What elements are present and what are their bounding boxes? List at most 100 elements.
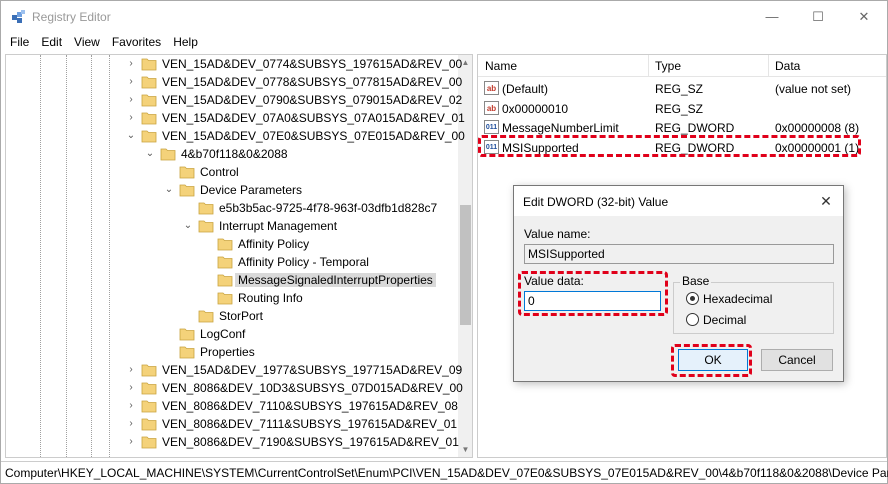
tree-node[interactable]: Routing Info [6, 289, 458, 307]
column-type[interactable]: Type [655, 59, 681, 73]
tree-node[interactable]: e5b3b5ac-9725-4f78-963f-03dfb1d828c7 [6, 199, 458, 217]
tree-node[interactable]: › VEN_8086&DEV_7111&SUBSYS_197615AD&REV_0… [6, 415, 458, 433]
close-window-button[interactable]: ✕ [841, 1, 887, 32]
menu-edit[interactable]: Edit [35, 32, 68, 52]
expand-chevron-icon[interactable]: ⌄ [183, 220, 193, 232]
tree-node-label: Routing Info [238, 291, 303, 305]
value-type: REG_DWORD [655, 121, 735, 135]
cancel-button[interactable]: Cancel [761, 349, 833, 371]
tree-node-label: Affinity Policy [238, 237, 310, 251]
folder-icon [179, 166, 195, 179]
folder-icon [141, 130, 157, 143]
scroll-down-arrow-icon[interactable]: ▼ [458, 442, 472, 457]
dword-value-icon: 011 [484, 120, 499, 134]
minimize-button[interactable]: — [749, 1, 795, 32]
tree-node[interactable]: › VEN_15AD&DEV_0774&SUBSYS_197615AD&REV_0… [6, 55, 462, 73]
tree-node[interactable]: › VEN_15AD&DEV_0778&SUBSYS_077815AD&REV_0… [6, 73, 462, 91]
tree-node[interactable]: › VEN_8086&DEV_10D3&SUBSYS_07D015AD&REV_0… [6, 379, 463, 397]
column-name[interactable]: Name [485, 59, 517, 73]
tree-node[interactable]: › VEN_15AD&DEV_07A0&SUBSYS_07A015AD&REV_0… [6, 109, 465, 127]
tree-node[interactable]: › VEN_15AD&DEV_1977&SUBSYS_197715AD&REV_0… [6, 361, 462, 379]
tree-node-label: Properties [200, 345, 255, 359]
folder-icon [141, 418, 157, 431]
value-name-label: Value name: [524, 227, 591, 241]
menu-favorites[interactable]: Favorites [106, 32, 167, 52]
registry-editor-icon [12, 10, 25, 23]
folder-icon [198, 220, 214, 233]
registry-value-row[interactable]: 011 MSISupported REG_DWORD 0x00000001 (1) [478, 138, 886, 157]
tree-node[interactable]: Control [6, 163, 458, 181]
expand-chevron-icon[interactable]: ⌄ [164, 184, 174, 196]
tree-node[interactable]: ⌄ Interrupt Management [6, 217, 458, 235]
radio-unchecked-icon[interactable] [686, 313, 699, 326]
maximize-button[interactable]: ☐ [795, 1, 841, 32]
expand-chevron-icon[interactable]: › [126, 76, 136, 88]
menu-view[interactable]: View [68, 32, 106, 52]
folder-icon [198, 310, 214, 323]
value-name: 0x00000010 [502, 101, 569, 116]
tree-node-label: VEN_15AD&DEV_07E0&SUBSYS_07E015AD&REV_00 [162, 129, 465, 143]
value-type: REG_SZ [655, 101, 704, 116]
dialog-close-icon[interactable]: ✕ [817, 192, 835, 210]
value-data-input[interactable]: 0 [524, 291, 661, 311]
folder-icon [141, 400, 157, 413]
tree-node[interactable]: MessageSignaledInterruptProperties [6, 271, 458, 289]
tree-node[interactable]: ⌄ Device Parameters [6, 181, 458, 199]
registry-value-row[interactable]: ab (Default) REG_SZ (value not set) [478, 79, 886, 98]
tree-node[interactable]: LogConf [6, 325, 458, 343]
scroll-thumb[interactable] [460, 205, 471, 325]
expand-chevron-icon[interactable]: › [126, 364, 136, 376]
radio-checked-icon[interactable] [686, 292, 699, 305]
decimal-radio[interactable]: Decimal [686, 312, 806, 328]
tree-node[interactable]: Affinity Policy [6, 235, 458, 253]
menu-file[interactable]: File [4, 32, 35, 52]
value-name: MessageNumberLimit [502, 121, 619, 135]
value-name-field: MSISupported [524, 244, 834, 264]
column-data[interactable]: Data [775, 59, 800, 73]
tree-node[interactable]: ⌄ VEN_15AD&DEV_07E0&SUBSYS_07E015AD&REV_0… [6, 127, 465, 145]
tree-node-label: e5b3b5ac-9725-4f78-963f-03dfb1d828c7 [219, 201, 438, 215]
expand-chevron-icon[interactable]: › [126, 418, 136, 430]
tree-node[interactable]: › VEN_8086&DEV_7190&SUBSYS_197615AD&REV_0… [6, 433, 459, 451]
expand-chevron-icon[interactable]: › [126, 382, 136, 394]
tree-guide-line [91, 55, 92, 457]
registry-value-row[interactable]: ab 0x00000010 REG_SZ [478, 99, 886, 118]
expand-chevron-icon[interactable]: › [126, 94, 136, 106]
value-type: REG_DWORD [655, 140, 735, 155]
tree-node-label: 4&b70f118&0&2088 [181, 147, 288, 161]
folder-icon [141, 436, 157, 449]
tree-node[interactable]: Properties [6, 343, 458, 361]
folder-icon [141, 112, 157, 125]
hexadecimal-radio[interactable]: Hexadecimal [686, 291, 806, 307]
menu-help[interactable]: Help [167, 32, 204, 52]
dword-value-icon: 011 [484, 139, 499, 154]
value-type: REG_SZ [655, 82, 704, 96]
ok-button[interactable]: OK [678, 349, 748, 371]
expand-chevron-icon[interactable]: › [126, 112, 136, 124]
menu-bar: File Edit View Favorites Help [1, 32, 887, 52]
tree-node[interactable]: Affinity Policy - Temporal [6, 253, 458, 271]
tree-node[interactable]: StorPort [6, 307, 458, 325]
registry-value-row[interactable]: 011 MessageNumberLimit REG_DWORD 0x00000008… [478, 118, 886, 137]
expand-chevron-icon[interactable]: › [126, 400, 136, 412]
folder-icon [179, 184, 195, 197]
tree-node-label: VEN_15AD&DEV_0778&SUBSYS_077815AD&REV_00 [162, 75, 463, 89]
tree-node[interactable]: ⌄ 4&b70f118&0&2088 [6, 145, 458, 163]
registry-key-tree[interactable]: ▲ ▼ › VEN_15AD&DEV_0774&SUBSYS_197615AD&R… [5, 54, 473, 458]
folder-icon [141, 382, 157, 395]
expand-chevron-icon[interactable]: ⌄ [145, 148, 155, 160]
decimal-label: Decimal [703, 313, 747, 327]
tree-node[interactable]: › VEN_15AD&DEV_0790&SUBSYS_079015AD&REV_0… [6, 91, 462, 109]
expand-chevron-icon[interactable]: › [126, 436, 136, 448]
expand-chevron-icon[interactable]: › [126, 58, 136, 70]
folder-icon [141, 364, 157, 377]
folder-icon [160, 148, 176, 161]
tree-node-label: StorPort [219, 309, 264, 323]
tree-node[interactable]: › VEN_8086&DEV_7110&SUBSYS_197615AD&REV_0… [6, 397, 458, 415]
expand-chevron-icon[interactable]: ⌄ [126, 130, 136, 142]
